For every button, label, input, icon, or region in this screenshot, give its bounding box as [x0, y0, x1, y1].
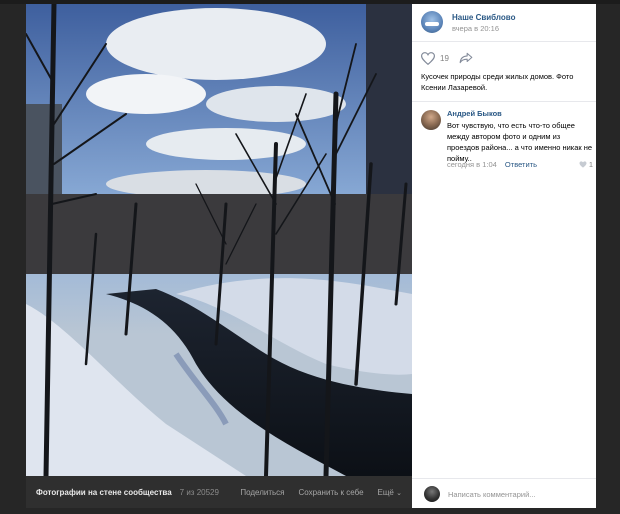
comment-avatar[interactable]: [421, 110, 441, 130]
current-user-avatar: [424, 486, 440, 502]
photo-counter: 7 из 20529: [179, 487, 219, 497]
comment-like[interactable]: 1: [579, 160, 593, 169]
group-avatar[interactable]: [421, 11, 443, 33]
comment-compose: [412, 478, 596, 508]
comment-time[interactable]: сегодня в 1:04: [447, 160, 497, 169]
heart-icon: [579, 161, 587, 168]
more-label: Ещё: [377, 487, 394, 497]
photo-image: [26, 4, 412, 476]
post-actions: 19: [421, 50, 473, 66]
chevron-down-icon: ⌄: [396, 489, 402, 497]
comment-text: Вот чувствую, что есть что-то общее межд…: [447, 121, 593, 163]
share-icon[interactable]: [459, 52, 473, 64]
divider: [412, 101, 596, 102]
share-button[interactable]: Поделиться: [240, 488, 284, 497]
post-caption: Кусочек природы среди жилых домов. Фото …: [421, 72, 574, 92]
group-name-link[interactable]: Наше Свиблово: [452, 13, 515, 22]
photo-sidebar: Наше Свиблово вчера в 20:16 19 Кусочек п…: [412, 4, 596, 508]
photo-footer: Фотографии на стене сообщества 7 из 2052…: [26, 476, 412, 508]
heart-icon[interactable]: [421, 51, 435, 65]
comment-input[interactable]: [448, 487, 588, 501]
like-count: 19: [440, 53, 449, 63]
comment-meta: сегодня в 1:04 Ответить: [447, 160, 593, 169]
album-link[interactable]: Фотографии на стене сообщества: [36, 488, 172, 497]
comment-like-count: 1: [588, 160, 593, 169]
photo-view[interactable]: [26, 4, 412, 476]
post-time[interactable]: вчера в 20:16: [452, 24, 499, 33]
reply-link[interactable]: Ответить: [505, 160, 537, 169]
comment-author[interactable]: Андрей Быков: [447, 109, 502, 118]
save-button[interactable]: Сохранить к себе: [299, 488, 364, 497]
post-header: Наше Свиблово вчера в 20:16: [412, 4, 596, 42]
more-button[interactable]: Ещё ⌄: [378, 488, 402, 497]
